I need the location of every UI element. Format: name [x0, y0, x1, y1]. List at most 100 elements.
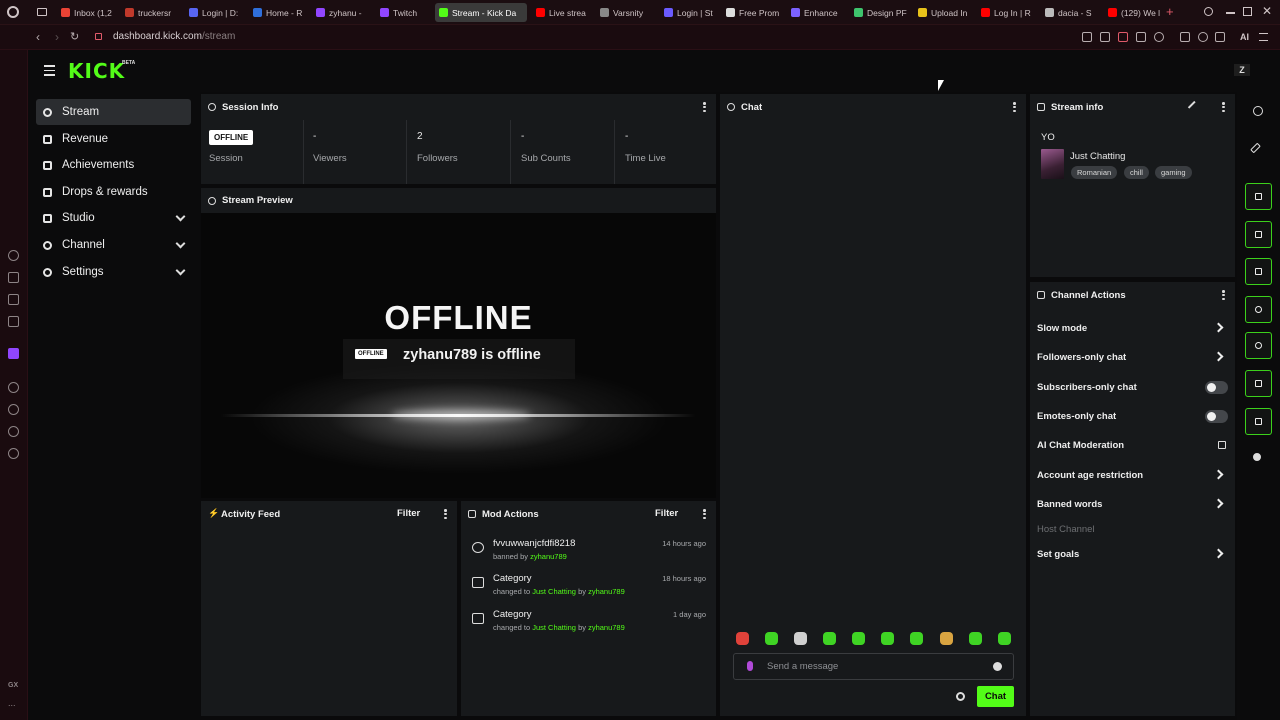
nav-item-achievements[interactable]: Achievements — [36, 152, 191, 178]
browser-tab[interactable]: Upload In — [914, 3, 970, 22]
avatar[interactable]: Z — [1234, 64, 1250, 76]
emote-icon[interactable] — [998, 632, 1011, 645]
emoji-icon[interactable] — [993, 662, 1002, 671]
browser-tab[interactable]: truckersr — [121, 3, 179, 22]
pencil-icon[interactable] — [1250, 142, 1261, 154]
category-link[interactable]: Just Chatting — [532, 623, 576, 632]
messenger-icon[interactable] — [8, 272, 19, 283]
emote-icon[interactable] — [881, 632, 894, 645]
ai-moderation-row[interactable]: AI Chat Moderation — [1031, 435, 1234, 457]
clock-icon[interactable] — [8, 404, 19, 415]
browser-tab[interactable]: Home - R — [249, 3, 305, 22]
followers-only-row[interactable]: Followers-only chat — [1031, 347, 1234, 369]
rail-button-layout[interactable] — [1245, 370, 1272, 397]
browser-tab[interactable]: Login | D: — [185, 3, 243, 22]
browser-tab[interactable]: zyhanu - — [312, 3, 368, 22]
play-icon[interactable] — [1136, 32, 1146, 42]
pinboard-icon[interactable] — [8, 294, 19, 305]
download-icon[interactable] — [1215, 32, 1225, 42]
nav-item-studio[interactable]: Studio — [36, 205, 191, 231]
nav-item-revenue[interactable]: Revenue — [36, 126, 191, 152]
close-window-icon[interactable]: ✕ — [1262, 4, 1272, 18]
emote-icon[interactable] — [852, 632, 865, 645]
minimize-icon[interactable] — [1226, 12, 1235, 14]
extensions-sidebar-icon[interactable] — [8, 426, 19, 437]
emote-icon[interactable] — [794, 632, 807, 645]
chat-input[interactable]: Send a message — [733, 653, 1014, 680]
browser-tab[interactable]: Design PF — [850, 3, 908, 22]
browser-tab[interactable]: dacia - S — [1041, 3, 1097, 22]
browser-tab[interactable]: Stream - Kick Da — [435, 3, 527, 22]
browser-tab[interactable]: Inbox (1,2 — [57, 3, 115, 22]
filter-button[interactable]: Filter — [397, 508, 420, 519]
new-tab-button[interactable]: + — [1166, 4, 1174, 19]
rail-button-broadcast[interactable] — [1245, 332, 1272, 359]
rail-button-lightning[interactable] — [1245, 221, 1272, 248]
url-field[interactable]: dashboard.kick.com/stream — [113, 31, 235, 42]
settings-sidebar-icon[interactable] — [8, 448, 19, 459]
emote-icon[interactable] — [910, 632, 923, 645]
emote-icon[interactable] — [823, 632, 836, 645]
opera-menu-icon[interactable] — [7, 6, 19, 18]
emote-icon[interactable] — [969, 632, 982, 645]
tag-pill[interactable]: Romanian — [1071, 166, 1118, 179]
info-icon[interactable] — [1253, 106, 1263, 116]
microphone-icon[interactable] — [747, 661, 753, 671]
category-link[interactable]: Just Chatting — [532, 587, 576, 596]
user-link[interactable]: zyhanu789 — [530, 552, 567, 561]
browser-tab[interactable]: (129) We l — [1104, 3, 1160, 22]
stream-preview[interactable]: OFFLINE OFFLINE zyhanu789 is offline — [201, 213, 716, 498]
ai-button[interactable]: AI — [1240, 32, 1249, 42]
history-icon[interactable] — [8, 250, 19, 261]
filter-button[interactable]: Filter — [655, 508, 678, 519]
more-options-icon[interactable] — [1222, 102, 1225, 112]
browser-tab[interactable]: Log In | R — [977, 3, 1033, 22]
banned-words-row[interactable]: Banned words — [1031, 494, 1234, 516]
account-age-row[interactable]: Account age restriction — [1031, 465, 1234, 487]
emote-icon[interactable] — [736, 632, 749, 645]
nav-item-settings[interactable]: Settings — [36, 259, 191, 285]
category-thumbnail[interactable] — [1041, 149, 1064, 179]
bookmark-icon[interactable] — [1082, 32, 1092, 42]
maximize-icon[interactable] — [1243, 7, 1252, 16]
forward-icon[interactable]: › — [55, 30, 59, 44]
emote-icon[interactable] — [765, 632, 778, 645]
edit-icon[interactable] — [1187, 100, 1200, 113]
more-options-icon[interactable] — [703, 102, 706, 112]
twitch-sidebar-icon[interactable] — [8, 348, 19, 359]
browser-tab[interactable]: Live strea — [532, 3, 590, 22]
rail-button-wrench[interactable] — [1245, 408, 1272, 435]
profile-icon[interactable] — [1198, 32, 1208, 42]
workspaces-icon[interactable] — [37, 8, 47, 16]
search-tabs-icon[interactable] — [1204, 7, 1213, 16]
nav-item-channel[interactable]: Channel — [36, 232, 191, 258]
more-options-icon[interactable] — [1222, 290, 1225, 300]
emotes-only-toggle[interactable] — [1205, 410, 1228, 423]
player-icon[interactable] — [8, 382, 19, 393]
rail-button-document[interactable] — [1245, 258, 1272, 285]
subscribers-only-toggle[interactable] — [1205, 381, 1228, 394]
reload-icon[interactable]: ↻ — [70, 30, 79, 44]
more-options-icon[interactable] — [444, 509, 447, 519]
heart-icon[interactable] — [1154, 32, 1164, 42]
browser-tab[interactable]: Free Prom — [722, 3, 780, 22]
nav-item-drops[interactable]: Drops & rewards — [36, 179, 191, 205]
chat-settings-icon[interactable] — [956, 692, 965, 701]
nav-item-stream[interactable]: Stream — [36, 99, 191, 125]
more-options-icon[interactable] — [703, 509, 706, 519]
back-icon[interactable]: ‹ — [36, 30, 40, 44]
browser-tab[interactable]: Login | St — [660, 3, 716, 22]
extensions-icon[interactable] — [1180, 32, 1190, 42]
tag-pill[interactable]: gaming — [1155, 166, 1192, 179]
hamburger-menu-icon[interactable] — [44, 65, 55, 76]
rail-button-chat[interactable] — [1245, 296, 1272, 323]
snapshot-icon[interactable] — [1100, 32, 1110, 42]
rail-button-camera[interactable] — [1245, 183, 1272, 210]
add-widget-icon[interactable] — [1253, 453, 1261, 461]
mail-icon[interactable] — [8, 316, 19, 327]
user-link[interactable]: zyhanu789 — [588, 587, 625, 596]
menu-icon[interactable] — [1259, 33, 1268, 41]
set-goals-row[interactable]: Set goals — [1031, 544, 1234, 566]
tag-pill[interactable]: chill — [1124, 166, 1149, 179]
shield-icon[interactable] — [1118, 32, 1128, 42]
